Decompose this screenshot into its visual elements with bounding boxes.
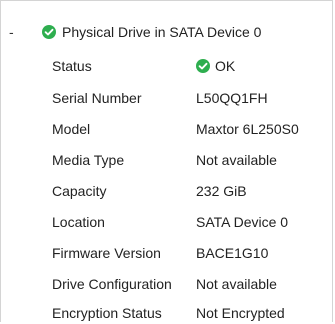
property-label: Firmware Version bbox=[52, 245, 161, 261]
property-row-model: Model Maxtor 6L250S0 bbox=[1, 118, 334, 140]
property-row-serial-number: Serial Number L50QQ1FH bbox=[1, 87, 334, 109]
ok-check-icon bbox=[196, 59, 210, 73]
property-value: Not available bbox=[196, 276, 277, 292]
property-value: 232 GiB bbox=[196, 183, 247, 199]
property-label: Drive Configuration bbox=[52, 276, 172, 292]
status-value: OK bbox=[215, 58, 236, 74]
property-label: Media Type bbox=[52, 152, 125, 168]
property-value: Not Encrypted bbox=[196, 305, 285, 321]
property-label: Status bbox=[52, 58, 92, 74]
property-label: Capacity bbox=[52, 183, 107, 199]
property-value: SATA Device 0 bbox=[196, 214, 289, 230]
property-row-drive-configuration: Drive Configuration Not available bbox=[1, 273, 334, 295]
property-label: Location bbox=[52, 214, 105, 230]
property-label: Serial Number bbox=[52, 90, 142, 106]
property-row-media-type: Media Type Not available bbox=[1, 149, 334, 171]
drive-details-panel: - Physical Drive in SATA Device 0 Status… bbox=[0, 0, 333, 322]
property-row-encryption-status: Encryption Status Not Encrypted bbox=[1, 302, 334, 324]
property-value: Maxtor 6L250S0 bbox=[196, 121, 299, 137]
property-row-capacity: Capacity 232 GiB bbox=[1, 180, 334, 202]
property-row-firmware-version: Firmware Version BACE1G10 bbox=[1, 242, 334, 264]
property-label: Encryption Status bbox=[52, 305, 162, 321]
node-title: Physical Drive in SATA Device 0 bbox=[62, 24, 262, 40]
ok-check-icon bbox=[42, 25, 56, 39]
property-row-status: Status OK bbox=[1, 55, 334, 77]
property-value: OK bbox=[196, 55, 235, 77]
property-row-location: Location SATA Device 0 bbox=[1, 211, 334, 233]
property-label: Model bbox=[52, 121, 91, 137]
collapse-toggle[interactable]: - bbox=[9, 21, 21, 43]
property-value: L50QQ1FH bbox=[196, 90, 268, 106]
property-value: Not available bbox=[196, 152, 277, 168]
property-value: BACE1G10 bbox=[196, 245, 269, 261]
